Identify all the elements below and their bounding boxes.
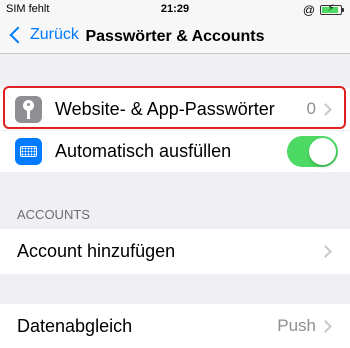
clock: 21:29 bbox=[160, 3, 190, 15]
key-icon bbox=[15, 95, 42, 123]
toggle-knob bbox=[309, 138, 336, 165]
chevron-right-icon bbox=[319, 319, 332, 333]
chevron-right-icon bbox=[319, 245, 332, 258]
page-title: Passwörter & Accounts bbox=[85, 28, 265, 45]
status-icons: @ ⚡ bbox=[302, 3, 344, 17]
add-account-row[interactable]: Account hinzufügen bbox=[0, 229, 350, 274]
keyboard-icon bbox=[15, 138, 42, 165]
passwords-row[interactable]: Website- & App-Passwörter 0 bbox=[0, 88, 350, 130]
accounts-section-header: ACCOUNTS bbox=[17, 207, 90, 222]
status-bar: SIM fehlt 21:29 @ ⚡ bbox=[0, 0, 350, 20]
navigation-bar: Zurück Passwörter & Accounts bbox=[0, 20, 350, 54]
fetch-data-row[interactable]: Datenabgleich Push bbox=[0, 304, 350, 348]
battery-icon: ⚡ bbox=[320, 3, 344, 15]
autofill-row-label: Automatisch ausfüllen bbox=[55, 141, 232, 161]
chevron-right-icon bbox=[319, 102, 332, 116]
add-account-label: Account hinzufügen bbox=[17, 241, 176, 261]
autofill-toggle[interactable] bbox=[287, 136, 338, 167]
fetch-data-label: Datenabgleich bbox=[17, 315, 133, 336]
charging-bolt-icon: ⚡ bbox=[327, 3, 335, 14]
autofill-row: Automatisch ausfüllen bbox=[0, 131, 350, 172]
rotation-lock-icon: @ bbox=[302, 3, 315, 17]
passwords-count: 0 bbox=[306, 99, 316, 118]
passwords-row-label: Website- & App-Passwörter bbox=[55, 98, 275, 119]
fetch-data-value: Push bbox=[277, 316, 316, 335]
